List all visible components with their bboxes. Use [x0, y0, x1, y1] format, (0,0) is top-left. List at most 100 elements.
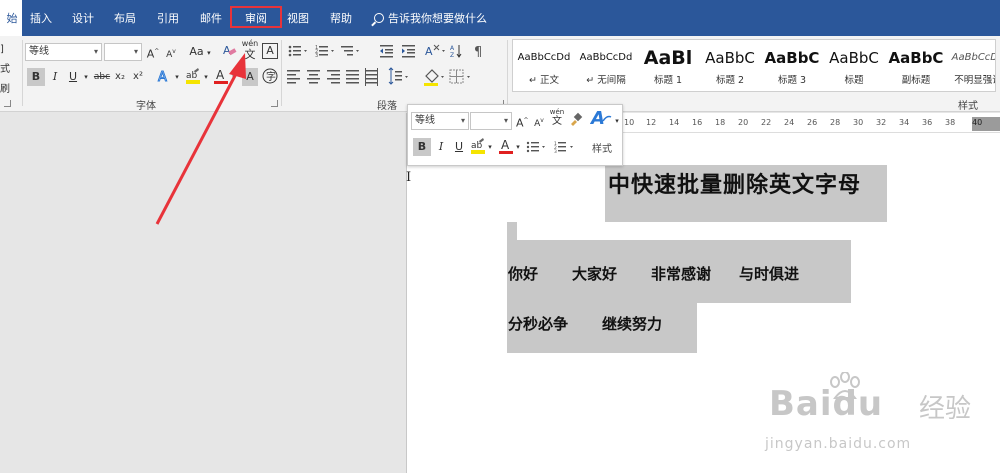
tab-insert[interactable]: 插入 [26, 0, 56, 36]
chevron-down-icon[interactable]: ▾ [613, 112, 621, 130]
underline-button[interactable]: U [66, 68, 80, 86]
style-title[interactable]: AaBbC 标题 [823, 40, 885, 91]
clipboard-group: ] 式刷 [0, 40, 14, 100]
mini-phonetic-button[interactable]: wén 文 [549, 108, 565, 127]
strikethrough-button[interactable]: abc [93, 68, 111, 86]
change-case-button[interactable]: Aa ▾ [188, 43, 212, 61]
ruler-tick: 36 [922, 118, 933, 127]
mini-font-size-combo[interactable]: ▾ [470, 112, 512, 130]
document-word: 你好 [508, 265, 539, 283]
ruler-tick: 22 [761, 118, 772, 127]
line-spacing-icon [388, 67, 408, 85]
mini-format-painter-button[interactable] [568, 112, 584, 130]
text-cursor-icon: I [406, 170, 412, 185]
superscript-button[interactable]: x² [131, 68, 145, 86]
document-title-line[interactable]: 中快速批量删除英文字母 [605, 165, 887, 222]
document-line-2[interactable]: 分秒必争 继续努力 [508, 313, 662, 334]
highlight-color-button[interactable]: ab [185, 67, 201, 85]
tab-start[interactable]: 始 [0, 0, 22, 36]
ribbon-tab-bar: 始 插入 设计 布局 引用 邮件 审阅 视图 帮助 告诉我你想要做什么 [0, 0, 1000, 36]
document-word: 与时俱进 [739, 265, 800, 283]
font-color-button[interactable]: A [213, 67, 229, 85]
mini-font-color-button[interactable]: A [498, 137, 514, 155]
enclose-characters-button[interactable]: 字 [261, 67, 279, 85]
mini-highlight-button[interactable]: ab [470, 137, 486, 155]
document-word: 分秒必争 [508, 315, 569, 333]
enclose-character-icon: 字 [262, 68, 278, 84]
style-subtle-emphasis[interactable]: AaBbCcDd 不明显强调 [947, 40, 995, 91]
tab-design[interactable]: 设计 [68, 0, 98, 36]
tab-mailings[interactable]: 邮件 [196, 0, 226, 36]
clipboard-launcher-icon[interactable] [4, 100, 11, 107]
character-shading-button[interactable]: A [242, 68, 258, 86]
mini-italic-button[interactable]: I [434, 138, 448, 156]
ruler-tick: 20 [738, 118, 749, 127]
svg-text:A: A [450, 45, 455, 52]
chevron-down-icon[interactable]: ▾ [487, 138, 493, 156]
font-name-combo[interactable]: 等线 ▾ [25, 43, 102, 61]
italic-button[interactable]: I [48, 68, 62, 86]
svg-text:字: 字 [266, 70, 276, 83]
tab-layout[interactable]: 布局 [110, 0, 140, 36]
styles-gallery[interactable]: AaBbCcDd ↵ 正文 AaBbCcDd ↵ 无间隔 AaBl 标题 1 A… [512, 39, 996, 92]
grow-font-button[interactable]: A^ [146, 43, 160, 61]
chevron-down-icon[interactable]: ▾ [174, 68, 180, 86]
style-heading-2[interactable]: AaBbC 标题 2 [699, 40, 761, 91]
mini-list-controls: 1 2 3 [526, 141, 573, 155]
tab-view[interactable]: 视图 [283, 0, 313, 36]
paragraph-group-label: 段落 [377, 101, 397, 112]
font-size-combo[interactable]: ▾ [104, 43, 142, 61]
style-heading-3[interactable]: AaBbC 标题 3 [761, 40, 823, 91]
bold-button[interactable]: B [27, 68, 45, 86]
search-icon [374, 13, 384, 23]
chevron-down-icon[interactable]: ▾ [82, 68, 90, 86]
ruler-tick: 16 [692, 118, 703, 127]
text-effects-button[interactable]: A [156, 67, 172, 86]
tell-me-search[interactable]: 告诉我你想要做什么 [374, 0, 487, 36]
clipboard-copy-label[interactable]: ] [0, 40, 14, 60]
chevron-down-icon[interactable]: ▾ [515, 138, 521, 156]
tab-help[interactable]: 帮助 [326, 0, 356, 36]
ruler-tick: 14 [669, 118, 680, 127]
review-tab-highlight-box [230, 6, 282, 28]
highlighter-icon: ab [186, 68, 200, 84]
mini-shrink-font-button[interactable]: Av [533, 112, 545, 130]
document-word: 继续努力 [602, 315, 663, 333]
style-no-spacing[interactable]: AaBbCcDd ↵ 无间隔 [575, 40, 637, 91]
clear-formatting-button[interactable]: A [222, 43, 238, 61]
mini-underline-button[interactable]: U [452, 138, 466, 156]
document-line-1[interactable]: 你好 大家好 非常感谢 与时俱进 [508, 263, 799, 284]
phonetic-guide-button[interactable]: wén 文 [240, 39, 260, 65]
style-subtitle[interactable]: AaBbC 副标题 [885, 40, 947, 91]
align-right-icon [327, 70, 340, 84]
chevron-down-icon: ▾ [503, 116, 508, 125]
mini-styles-button[interactable]: A [589, 107, 612, 131]
shrink-font-button[interactable]: Av [164, 43, 178, 61]
multilevel-list-icon [341, 46, 359, 56]
ruler-tick: 40 [972, 118, 983, 127]
chevron-down-icon: ▾ [460, 116, 465, 125]
ruler-tick: 30 [853, 118, 864, 127]
mini-grow-font-button[interactable]: A^ [516, 112, 529, 130]
watermark-brand: Baidu [769, 384, 884, 424]
chevron-down-icon[interactable]: ▾ [203, 68, 209, 86]
style-heading-1[interactable]: AaBl 标题 1 [637, 40, 699, 91]
svg-text:3: 3 [554, 149, 557, 155]
svg-text:A: A [223, 44, 231, 57]
borders-icon [449, 69, 470, 84]
style-normal[interactable]: AaBbCcDd ↵ 正文 [513, 40, 575, 91]
chevron-down-icon[interactable]: ▾ [231, 68, 237, 86]
format-painter-label[interactable]: 式刷 [0, 60, 14, 100]
tab-references[interactable]: 引用 [153, 0, 183, 36]
mini-font-name-value: 等线 [415, 115, 435, 126]
svg-text:ab: ab [186, 71, 198, 81]
svg-text:ab: ab [471, 141, 483, 151]
font-dialog-launcher-icon[interactable] [271, 100, 278, 107]
mini-bold-button[interactable]: B [413, 138, 431, 156]
mini-font-name-combo[interactable]: 等线 ▾ [411, 112, 469, 130]
subscript-button[interactable]: x₂ [113, 68, 127, 86]
character-border-button[interactable]: A [262, 43, 278, 59]
group-separator [507, 40, 508, 106]
horizontal-ruler[interactable]: 10 12 14 16 18 20 22 24 26 28 30 32 34 3… [622, 116, 1000, 133]
distributed-icon [365, 68, 378, 86]
